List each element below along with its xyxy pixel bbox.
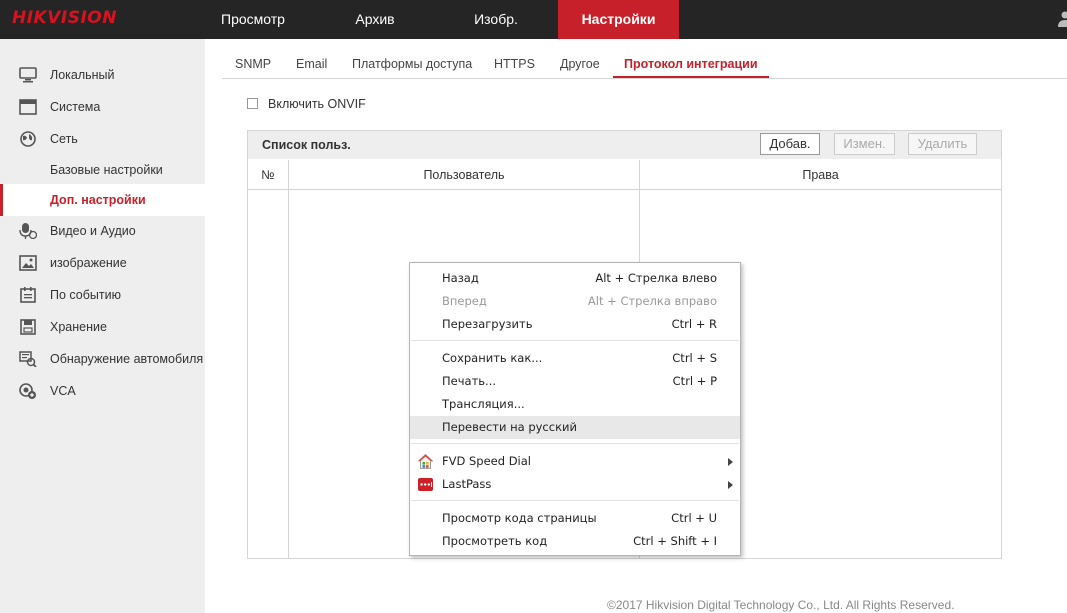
sidebar-item-label: Локальный: [50, 68, 115, 82]
menu-item-label: FVD Speed Dial: [442, 454, 531, 468]
microphone-icon: [19, 223, 37, 239]
sidebar-item-local[interactable]: Локальный: [0, 59, 205, 91]
delete-user-button[interactable]: Удалить: [908, 133, 977, 155]
submenu-arrow-icon: [728, 458, 733, 466]
calendar-icon: [20, 287, 36, 303]
menu-item-shortcut: Ctrl + R: [671, 317, 717, 331]
menu-item-lastpass[interactable]: LastPass: [410, 473, 740, 496]
menu-separator: [411, 340, 739, 341]
hikvision-logo: HIKVISION: [12, 8, 117, 28]
sidebar-item-storage[interactable]: Хранение: [0, 311, 205, 343]
tab-snmp[interactable]: SNMP: [235, 49, 271, 79]
sidebar-item-label: Сеть: [50, 132, 78, 146]
nav-configuration[interactable]: Настройки: [558, 0, 679, 39]
sidebar-item-label: VCA: [50, 384, 76, 398]
menu-item-fvd-speed-dial[interactable]: FVD Speed Dial: [410, 450, 740, 473]
menu-item-shortcut: Ctrl + U: [671, 511, 717, 525]
sidebar-item-label: изображение: [50, 256, 127, 270]
nav-playback[interactable]: Архив: [327, 0, 423, 39]
sidebar-item-label: Обнаружение автомобиля: [50, 352, 204, 366]
tab-email[interactable]: Email: [296, 49, 327, 79]
sidebar-item-vca[interactable]: VCA: [0, 375, 205, 407]
sidebar-item-label: Видео и Аудио: [50, 224, 136, 238]
menu-item-translate[interactable]: Перевести на русский: [410, 416, 740, 439]
globe-icon: [20, 131, 36, 147]
sidebar-item-label: Доп. настройки: [50, 193, 146, 207]
user-icon[interactable]: [1057, 11, 1067, 27]
sidebar: Локальный Система Сеть Базовые настройки…: [0, 39, 205, 613]
menu-item-shortcut: Ctrl + Shift + I: [633, 534, 717, 548]
sidebar-item-event[interactable]: По событию: [0, 279, 205, 311]
browser-context-menu: Назад Alt + Стрелка влево Вперед Alt + С…: [409, 262, 741, 556]
vehicle-detection-icon: [19, 351, 37, 367]
table-divider: [288, 160, 289, 558]
menu-item-label: Просмотр кода страницы: [442, 511, 597, 525]
menu-item-shortcut: Alt + Стрелка вправо: [587, 294, 717, 308]
add-user-button[interactable]: Добав.: [760, 133, 820, 155]
menu-item-label: Печать...: [442, 374, 497, 388]
sidebar-item-basic-settings[interactable]: Базовые настройки: [0, 154, 205, 186]
menu-item-shortcut: Alt + Стрелка влево: [595, 271, 717, 285]
system-icon: [19, 99, 37, 115]
column-permissions: Права: [802, 168, 839, 182]
submenu-arrow-icon: [728, 481, 733, 489]
menu-item-save-as[interactable]: Сохранить как... Ctrl + S: [410, 347, 740, 370]
copyright-footer: ©2017 Hikvision Digital Technology Co., …: [607, 598, 955, 612]
tab-https[interactable]: HTTPS: [494, 49, 535, 79]
menu-item-label: Назад: [442, 271, 479, 285]
menu-item-label: Просмотреть код: [442, 534, 548, 548]
sidebar-item-image[interactable]: изображение: [0, 247, 205, 279]
tab-access-platform[interactable]: Платформы доступа: [352, 49, 472, 79]
top-navigation-bar: HIKVISION Просмотр Архив Изобр. Настройк…: [0, 0, 1067, 39]
menu-item-shortcut: Ctrl + S: [672, 351, 717, 365]
sidebar-item-network[interactable]: Сеть: [0, 123, 205, 155]
sidebar-item-vehicle-detection[interactable]: Обнаружение автомобиля: [0, 343, 205, 375]
menu-item-label: Трансляция...: [442, 397, 525, 411]
column-number: №: [261, 168, 275, 182]
sidebar-item-label: Система: [50, 100, 101, 114]
monitor-icon: [19, 67, 37, 83]
menu-item-print[interactable]: Печать... Ctrl + P: [410, 370, 740, 393]
menu-item-label: Перезагрузить: [442, 317, 533, 331]
vca-icon: [19, 383, 36, 399]
image-icon: [19, 255, 37, 271]
lastpass-icon: [418, 478, 433, 491]
menu-item-cast[interactable]: Трансляция...: [410, 393, 740, 416]
sidebar-item-advanced-settings[interactable]: Доп. настройки: [0, 184, 205, 216]
menu-item-label: Сохранить как...: [442, 351, 543, 365]
nav-picture[interactable]: Изобр.: [448, 0, 544, 39]
menu-item-reload[interactable]: Перезагрузить Ctrl + R: [410, 313, 740, 336]
column-user: Пользователь: [423, 168, 505, 182]
menu-item-inspect[interactable]: Просмотреть код Ctrl + Shift + I: [410, 530, 740, 553]
tab-integration-protocol[interactable]: Протокол интеграции: [613, 49, 769, 78]
sidebar-item-label: По событию: [50, 288, 121, 302]
menu-item-label: Вперед: [442, 294, 487, 308]
sidebar-item-system[interactable]: Система: [0, 91, 205, 123]
tab-other[interactable]: Другое: [560, 49, 600, 79]
sidebar-item-label: Хранение: [50, 320, 107, 334]
user-list-title: Список польз.: [262, 138, 351, 152]
enable-onvif-label: Включить ONVIF: [268, 97, 366, 111]
sidebar-item-label: Базовые настройки: [50, 163, 163, 177]
storage-icon: [20, 319, 36, 335]
sidebar-item-video-audio[interactable]: Видео и Аудио: [0, 215, 205, 247]
menu-item-label: LastPass: [442, 477, 492, 491]
menu-item-shortcut: Ctrl + P: [672, 374, 717, 388]
nav-live-view[interactable]: Просмотр: [205, 0, 301, 39]
user-table-header: № Пользователь Права: [248, 160, 1001, 190]
menu-item-back[interactable]: Назад Alt + Стрелка влево: [410, 267, 740, 290]
user-list-header: Список польз. Добав. Измен. Удалить: [248, 131, 1001, 159]
menu-separator: [411, 500, 739, 501]
fvd-speed-dial-icon: [418, 454, 433, 469]
menu-item-label: Перевести на русский: [442, 420, 577, 434]
menu-item-view-page-source[interactable]: Просмотр кода страницы Ctrl + U: [410, 507, 740, 530]
menu-item-forward[interactable]: Вперед Alt + Стрелка вправо: [410, 290, 740, 313]
menu-separator: [411, 443, 739, 444]
settings-tabs: SNMP Email Платформы доступа HTTPS Друго…: [222, 49, 1067, 79]
enable-onvif-checkbox[interactable]: [247, 98, 258, 109]
modify-user-button[interactable]: Измен.: [834, 133, 895, 155]
